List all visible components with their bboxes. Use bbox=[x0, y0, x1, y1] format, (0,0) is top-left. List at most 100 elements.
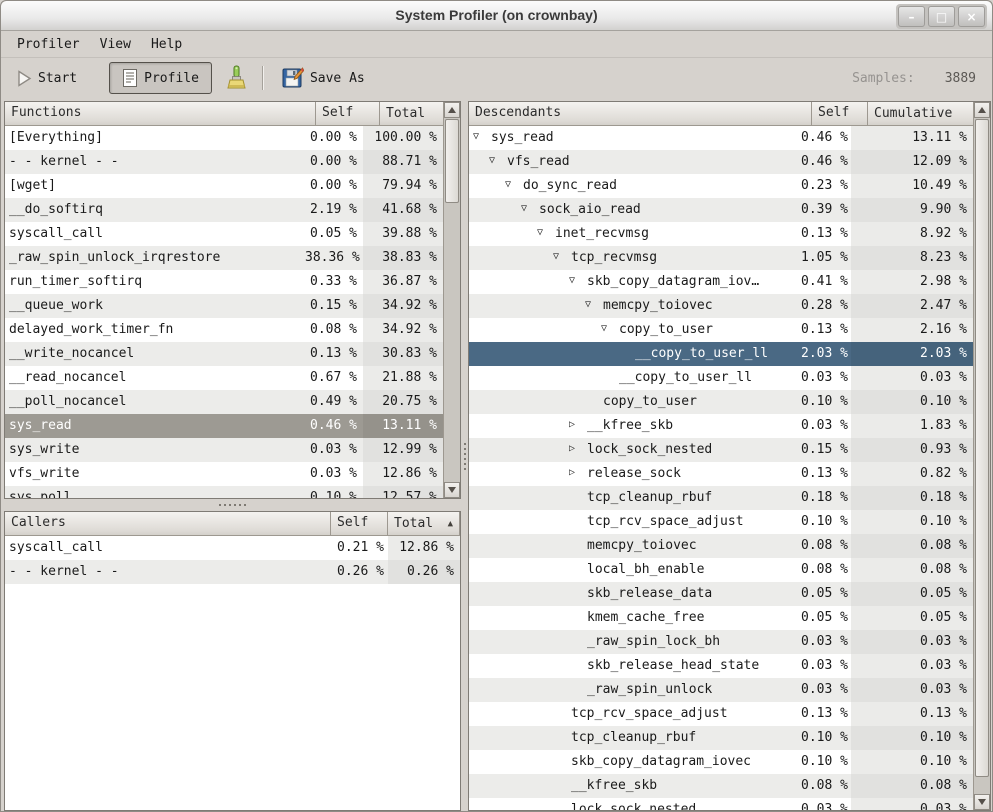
table-row[interactable]: _raw_spin_unlock_irqrestore38.36 %38.83 … bbox=[5, 246, 443, 270]
tree-row[interactable]: lock_sock_nested0.03 %0.03 % bbox=[469, 798, 973, 810]
cumulative-column-header[interactable]: Cumulative ▲ bbox=[868, 102, 990, 126]
menu-item-view[interactable]: View bbox=[90, 33, 141, 56]
expander-open-icon[interactable]: ▽ bbox=[585, 298, 603, 310]
table-row[interactable]: __queue_work0.15 %34.92 % bbox=[5, 294, 443, 318]
expander-spacer bbox=[569, 658, 587, 659]
expander-open-icon[interactable]: ▽ bbox=[473, 130, 491, 142]
table-row[interactable]: __poll_nocancel0.49 %20.75 % bbox=[5, 390, 443, 414]
table-row[interactable]: __write_nocancel0.13 %30.83 % bbox=[5, 342, 443, 366]
menu-item-profiler[interactable]: Profiler bbox=[7, 33, 90, 56]
function-name: copy_to_user bbox=[603, 394, 697, 409]
tree-row[interactable]: copy_to_user0.10 %0.10 % bbox=[469, 390, 973, 414]
tree-row[interactable]: tcp_rcv_space_adjust0.13 %0.13 % bbox=[469, 702, 973, 726]
descendants-column-header[interactable]: Descendants bbox=[469, 102, 812, 126]
table-row[interactable]: - - kernel - -0.00 %88.71 % bbox=[5, 150, 443, 174]
expander-closed-icon[interactable]: ▷ bbox=[569, 466, 587, 478]
expander-open-icon[interactable]: ▽ bbox=[489, 154, 507, 166]
cumulative-cell: 0.05 % bbox=[851, 606, 973, 630]
expander-open-icon[interactable]: ▽ bbox=[505, 178, 523, 190]
tree-row[interactable]: skb_release_head_state0.03 %0.03 % bbox=[469, 654, 973, 678]
expander-open-icon[interactable]: ▽ bbox=[601, 322, 619, 334]
function-name: release_sock bbox=[587, 466, 681, 481]
table-row[interactable]: [wget]0.00 %79.94 % bbox=[5, 174, 443, 198]
self-column-header[interactable]: Self bbox=[316, 102, 380, 126]
horizontal-splitter-handle[interactable] bbox=[4, 499, 461, 511]
play-icon bbox=[17, 70, 32, 87]
tree-row[interactable]: ▷release_sock0.13 %0.82 % bbox=[469, 462, 973, 486]
table-row[interactable]: sys_poll0.10 %12.57 % bbox=[5, 486, 443, 498]
tree-row[interactable]: kmem_cache_free0.05 %0.05 % bbox=[469, 606, 973, 630]
maximize-button[interactable]: □ bbox=[928, 6, 955, 27]
table-row[interactable]: __read_nocancel0.67 %21.88 % bbox=[5, 366, 443, 390]
scrollbar-thumb[interactable] bbox=[445, 119, 459, 203]
total-cell: 88.71 % bbox=[363, 150, 443, 174]
expander-open-icon[interactable]: ▽ bbox=[537, 226, 555, 238]
menu-item-help[interactable]: Help bbox=[141, 33, 192, 56]
expander-closed-icon[interactable]: ▷ bbox=[569, 442, 587, 454]
tree-row[interactable]: ▷__kfree_skb0.03 %1.83 % bbox=[469, 414, 973, 438]
tree-row[interactable]: _raw_spin_lock_bh0.03 %0.03 % bbox=[469, 630, 973, 654]
scroll-up-button[interactable] bbox=[974, 102, 990, 118]
function-name: tcp_cleanup_rbuf bbox=[587, 490, 712, 505]
tree-row[interactable]: ▷lock_sock_nested0.15 %0.93 % bbox=[469, 438, 973, 462]
tree-row[interactable]: skb_release_data0.05 %0.05 % bbox=[469, 582, 973, 606]
tree-row[interactable]: skb_copy_datagram_iovec0.10 %0.10 % bbox=[469, 750, 973, 774]
functions-column-header[interactable]: Functions bbox=[5, 102, 316, 126]
expander-open-icon[interactable]: ▽ bbox=[553, 250, 571, 262]
scroll-down-button[interactable] bbox=[974, 794, 990, 810]
tree-name-cell: ▽vfs_read bbox=[469, 150, 795, 174]
cumulative-cell: 1.83 % bbox=[851, 414, 973, 438]
tree-row[interactable]: tcp_rcv_space_adjust0.10 %0.10 % bbox=[469, 510, 973, 534]
tree-row[interactable]: ▽skb_copy_datagram_iov…0.41 %2.98 % bbox=[469, 270, 973, 294]
tree-row[interactable]: ▽do_sync_read0.23 %10.49 % bbox=[469, 174, 973, 198]
table-row[interactable]: sys_write0.03 %12.99 % bbox=[5, 438, 443, 462]
reset-button[interactable] bbox=[220, 61, 252, 95]
table-row[interactable]: run_timer_softirq0.33 %36.87 % bbox=[5, 270, 443, 294]
function-name: __kfree_skb bbox=[587, 418, 673, 433]
self-column-header[interactable]: Self bbox=[812, 102, 868, 126]
close-button[interactable]: × bbox=[958, 6, 985, 27]
scroll-up-button[interactable] bbox=[444, 102, 460, 118]
expander-open-icon[interactable]: ▽ bbox=[569, 274, 587, 286]
tree-row[interactable]: ▽copy_to_user0.13 %2.16 % bbox=[469, 318, 973, 342]
profile-toggle-button[interactable]: Profile bbox=[109, 62, 212, 94]
function-name: __kfree_skb bbox=[571, 778, 657, 793]
tree-row[interactable]: ▽sys_read0.46 %13.11 % bbox=[469, 126, 973, 150]
expander-closed-icon[interactable]: ▷ bbox=[569, 418, 587, 430]
vertical-splitter-handle[interactable] bbox=[461, 101, 468, 811]
table-row[interactable]: __do_softirq2.19 %41.68 % bbox=[5, 198, 443, 222]
table-row[interactable]: syscall_call0.21 %12.86 % bbox=[5, 536, 460, 560]
start-button[interactable]: Start bbox=[9, 65, 85, 92]
table-row[interactable]: syscall_call0.05 %39.88 % bbox=[5, 222, 443, 246]
tree-row[interactable]: tcp_cleanup_rbuf0.18 %0.18 % bbox=[469, 486, 973, 510]
scroll-down-button[interactable] bbox=[444, 482, 460, 498]
callers-column-header[interactable]: Callers bbox=[5, 512, 331, 536]
function-name: skb_copy_datagram_iov… bbox=[587, 274, 759, 289]
scrollbar-thumb[interactable] bbox=[975, 119, 989, 777]
tree-row[interactable]: __kfree_skb0.08 %0.08 % bbox=[469, 774, 973, 798]
save-as-button[interactable]: Save As bbox=[274, 62, 373, 94]
tree-row[interactable]: memcpy_toiovec0.08 %0.08 % bbox=[469, 534, 973, 558]
table-row[interactable]: [Everything]0.00 %100.00 % bbox=[5, 126, 443, 150]
tree-row[interactable]: _raw_spin_unlock0.03 %0.03 % bbox=[469, 678, 973, 702]
table-row[interactable]: vfs_write0.03 %12.86 % bbox=[5, 462, 443, 486]
self-column-header[interactable]: Self bbox=[331, 512, 388, 536]
total-cell: 30.83 % bbox=[363, 342, 443, 366]
tree-row[interactable]: __copy_to_user_ll2.03 %2.03 % bbox=[469, 342, 973, 366]
table-row[interactable]: - - kernel - -0.26 %0.26 % bbox=[5, 560, 460, 584]
tree-row[interactable]: ▽vfs_read0.46 %12.09 % bbox=[469, 150, 973, 174]
total-column-header[interactable]: Total ▲ bbox=[388, 512, 460, 536]
tree-row[interactable]: local_bh_enable0.08 %0.08 % bbox=[469, 558, 973, 582]
tree-row[interactable]: ▽sock_aio_read0.39 %9.90 % bbox=[469, 198, 973, 222]
tree-row[interactable]: ▽tcp_recvmsg1.05 %8.23 % bbox=[469, 246, 973, 270]
tree-row[interactable]: ▽memcpy_toiovec0.28 %2.47 % bbox=[469, 294, 973, 318]
table-row[interactable]: sys_read0.46 %13.11 % bbox=[5, 414, 443, 438]
cumulative-cell: 0.13 % bbox=[851, 702, 973, 726]
self-cell: 0.13 % bbox=[299, 342, 363, 366]
tree-row[interactable]: ▽inet_recvmsg0.13 %8.92 % bbox=[469, 222, 973, 246]
minimize-button[interactable]: – bbox=[898, 6, 925, 27]
expander-open-icon[interactable]: ▽ bbox=[521, 202, 539, 214]
table-row[interactable]: delayed_work_timer_fn0.08 %34.92 % bbox=[5, 318, 443, 342]
tree-row[interactable]: __copy_to_user_ll0.03 %0.03 % bbox=[469, 366, 973, 390]
tree-row[interactable]: tcp_cleanup_rbuf0.10 %0.10 % bbox=[469, 726, 973, 750]
